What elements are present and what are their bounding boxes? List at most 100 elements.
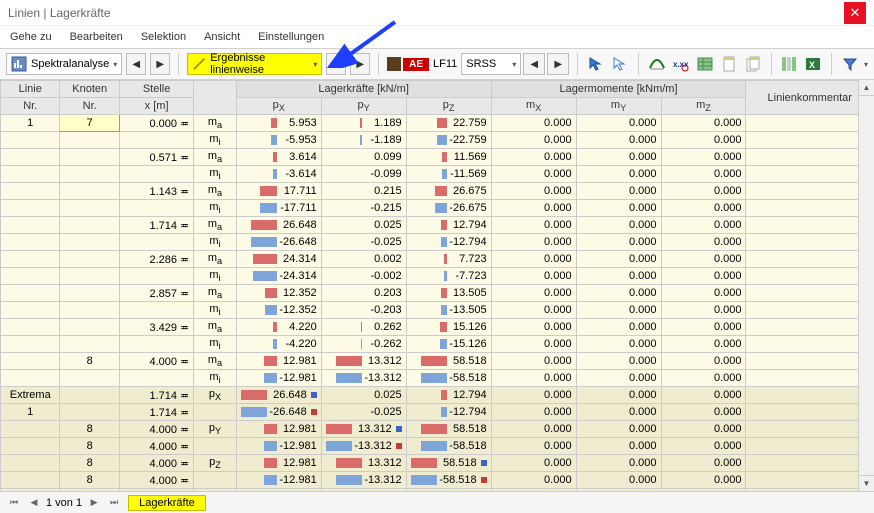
- table-row[interactable]: mi-12.352-0.203-13.5050.0000.0000.000: [1, 302, 874, 319]
- header-mx[interactable]: mX: [491, 98, 576, 115]
- table-row[interactable]: mi-17.711-0.215-26.6750.0000.0000.000: [1, 200, 874, 217]
- cell-knoten[interactable]: 7: [60, 115, 119, 132]
- cell-comment: [746, 336, 874, 353]
- header-pz[interactable]: pZ: [406, 98, 491, 115]
- cell-comment: [746, 132, 874, 149]
- table-row[interactable]: mi-24.314-0.002-7.7230.0000.0000.000: [1, 268, 874, 285]
- results-prev-button[interactable]: ◀: [326, 53, 346, 75]
- cell-stelle: 4.000 ≖: [119, 472, 193, 489]
- table-row[interactable]: mi-26.648-0.025-12.7940.0000.0000.000: [1, 234, 874, 251]
- header-kommentar[interactable]: Linienkommentar: [746, 81, 874, 115]
- cell-comment: [746, 387, 874, 404]
- cell-comment: [746, 166, 874, 183]
- cell-my: 0.000: [576, 149, 661, 166]
- header-mz[interactable]: mZ: [661, 98, 746, 115]
- header-py[interactable]: pY: [321, 98, 406, 115]
- filter-icon[interactable]: [840, 53, 860, 75]
- cell-stelle: [119, 268, 193, 285]
- table-view-icon[interactable]: [695, 53, 715, 75]
- cell-comment: [746, 217, 874, 234]
- analysis-next-button[interactable]: ▶: [150, 53, 170, 75]
- cell-knoten: [60, 132, 119, 149]
- header-knoten-nr[interactable]: Nr.: [60, 98, 119, 115]
- select-arrow-icon[interactable]: [586, 53, 606, 75]
- menu-selektion[interactable]: Selektion: [141, 31, 186, 43]
- vertical-scrollbar[interactable]: ▲ ▼: [858, 80, 874, 491]
- header-stelle-x[interactable]: x [m]: [119, 98, 193, 115]
- page-first-button[interactable]: ⏮: [6, 495, 22, 511]
- close-button[interactable]: ✕: [844, 2, 866, 24]
- lc-next-button[interactable]: ▶: [547, 53, 569, 75]
- cell-px: -5.953: [236, 132, 321, 149]
- header-stelle[interactable]: Stelle: [119, 81, 193, 98]
- table-row[interactable]: 170.000 ≖ma5.9531.18922.7590.0000.0000.0…: [1, 115, 874, 132]
- table-row[interactable]: 84.000 ≖ma12.98113.31258.5180.0000.0000.…: [1, 353, 874, 370]
- header-linie[interactable]: Linie: [1, 81, 60, 98]
- cell-my: 0.000: [576, 166, 661, 183]
- table-row[interactable]: 1.143 ≖ma17.7110.21526.6750.0000.0000.00…: [1, 183, 874, 200]
- header-px[interactable]: pX: [236, 98, 321, 115]
- header-lagerkraefte[interactable]: Lagerkräfte [kN/m]: [236, 81, 491, 98]
- cell-mm: ma: [194, 183, 236, 200]
- analysis-dropdown[interactable]: Spektralanalyse ▾: [6, 53, 122, 75]
- table-row[interactable]: 84.000 ≖pY12.98113.31258.5180.0000.0000.…: [1, 421, 874, 438]
- table-row[interactable]: 84.000 ≖-12.981-13.312-58.5180.0000.0000…: [1, 472, 874, 489]
- cell-linie: [1, 285, 60, 302]
- scroll-down-icon[interactable]: ▼: [859, 475, 874, 491]
- page-next-button[interactable]: ▶: [86, 495, 102, 511]
- menu-ansicht[interactable]: Ansicht: [204, 31, 240, 43]
- header-linie-nr[interactable]: Nr.: [1, 98, 60, 115]
- table-row[interactable]: 84.000 ≖pZ12.98113.31258.5180.0000.0000.…: [1, 455, 874, 472]
- combo-dropdown[interactable]: SRSS ▾: [461, 53, 521, 75]
- cell-knoten: [60, 370, 119, 387]
- cell-my: 0.000: [576, 353, 661, 370]
- header-my[interactable]: mY: [576, 98, 661, 115]
- header-knoten[interactable]: Knoten: [60, 81, 119, 98]
- cell-my: 0.000: [576, 438, 661, 455]
- filter-chevron-icon[interactable]: ▾: [864, 60, 868, 69]
- cell-stelle: 0.571 ≖: [119, 149, 193, 166]
- cell-mx: 0.000: [491, 285, 576, 302]
- table-row[interactable]: 1.714 ≖ma26.6480.02512.7940.0000.0000.00…: [1, 217, 874, 234]
- cell-pz: 58.518: [406, 353, 491, 370]
- cell-px: 12.352: [236, 285, 321, 302]
- cell-pz: 11.569: [406, 149, 491, 166]
- columns-icon[interactable]: [779, 53, 799, 75]
- results-next-button[interactable]: ▶: [350, 53, 370, 75]
- lc-prev-button[interactable]: ◀: [523, 53, 545, 75]
- menu-bearbeiten[interactable]: Bearbeiten: [70, 31, 123, 43]
- scroll-up-icon[interactable]: ▲: [859, 80, 874, 96]
- moment-diagram-icon[interactable]: [647, 53, 667, 75]
- table-row[interactable]: 3.429 ≖ma4.2200.26215.1260.0000.0000.000: [1, 319, 874, 336]
- table-row[interactable]: mi-12.981-13.312-58.5180.0000.0000.000: [1, 370, 874, 387]
- cell-mm: ma: [194, 149, 236, 166]
- sheet-tab[interactable]: Lagerkräfte: [128, 495, 206, 511]
- page-last-button[interactable]: ⏭: [106, 495, 122, 511]
- chevron-down-icon: ▾: [313, 60, 317, 69]
- cell-mm: ma: [194, 353, 236, 370]
- table-row[interactable]: mi-4.220-0.262-15.1260.0000.0000.000: [1, 336, 874, 353]
- table-row[interactable]: 11.714 ≖-26.648-0.025-12.7940.0000.0000.…: [1, 404, 874, 421]
- precision-icon[interactable]: x.xx: [671, 53, 691, 75]
- header-lagermomente[interactable]: Lagermomente [kNm/m]: [491, 81, 746, 98]
- analysis-prev-button[interactable]: ◀: [126, 53, 146, 75]
- cell-py: -0.025: [321, 404, 406, 421]
- table-row[interactable]: mi-5.953-1.189-22.7590.0000.0000.000: [1, 132, 874, 149]
- table-row[interactable]: 2.857 ≖ma12.3520.20313.5050.0000.0000.00…: [1, 285, 874, 302]
- menu-einstellungen[interactable]: Einstellungen: [258, 31, 324, 43]
- page-icon[interactable]: [719, 53, 739, 75]
- table-row[interactable]: 2.286 ≖ma24.3140.0027.7230.0000.0000.000: [1, 251, 874, 268]
- excel-export-icon[interactable]: X: [803, 53, 823, 75]
- menu-gehe-zu[interactable]: Gehe zu: [10, 31, 52, 43]
- cell-px: -12.352: [236, 302, 321, 319]
- page-prev-button[interactable]: ◀: [26, 495, 42, 511]
- cell-comment: [746, 472, 874, 489]
- table-row[interactable]: 84.000 ≖-12.981-13.312-58.5180.0000.0000…: [1, 438, 874, 455]
- pages-icon[interactable]: [743, 53, 763, 75]
- table-row[interactable]: 0.571 ≖ma3.6140.09911.5690.0000.0000.000: [1, 149, 874, 166]
- results-mode-dropdown[interactable]: Ergebnisse linienweise ▾: [187, 53, 322, 75]
- table-row[interactable]: mi-3.614-0.099-11.5690.0000.0000.000: [1, 166, 874, 183]
- table-row[interactable]: Extrema1.714 ≖pX26.6480.02512.7940.0000.…: [1, 387, 874, 404]
- cell-pz: 12.794: [406, 217, 491, 234]
- select-arrow-alt-icon[interactable]: [610, 53, 630, 75]
